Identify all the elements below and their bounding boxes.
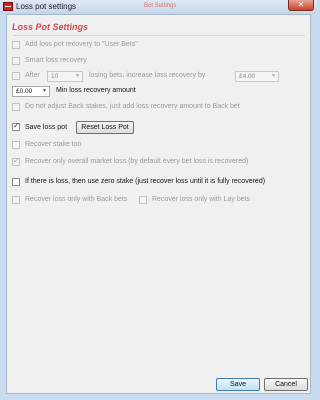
do-not-adjust-checkbox[interactable] [12,103,20,111]
back-bets-only-checkbox[interactable] [12,196,20,204]
back-bets-only-label: Recover loss only with Back bets [25,196,128,203]
recover-overall-label: Recover only overall market loss (by def… [25,158,249,165]
chevron-down-icon: ▼ [271,73,276,79]
zero-stake-label: If there is loss, then use zero stake (j… [25,178,266,185]
add-loss-pot-recovery-label: Add loss pot recovery to "User Bets" [25,41,138,48]
recover-overall-checkbox[interactable] [12,156,20,166]
smart-loss-recovery-label: Smart loss recovery [25,57,87,64]
chevron-down-icon: ▼ [75,73,80,79]
background-window-title: Bot Settings [144,3,177,9]
title-bar: Loss pot settings Bot Settings ✕ [0,0,317,14]
close-icon: ✕ [297,0,305,9]
increase-recovery-label: losing bets, increase loss recovery by [89,72,206,79]
reset-loss-pot-button[interactable]: Reset Loss Pot [76,121,134,134]
min-loss-recovery-label: Min loss recovery amount [56,87,136,94]
zero-stake-checkbox[interactable] [12,178,20,186]
chevron-down-icon: ▼ [42,88,47,94]
increase-amount-value: £4.00 [239,73,256,80]
recover-stake-checkbox[interactable] [12,141,20,149]
section-divider [13,35,305,36]
section-title: Loss Pot Settings [12,22,89,32]
recover-stake-label: Recover stake too [25,141,82,148]
increase-amount-select[interactable]: £4.00 ▼ [235,71,279,82]
do-not-adjust-label: Do not adjust Back stakes, just add loss… [25,103,240,110]
add-loss-pot-recovery-checkbox[interactable] [12,41,20,49]
save-loss-pot-checkbox[interactable] [12,121,20,131]
cancel-button[interactable]: Cancel [264,378,308,391]
close-button[interactable]: ✕ [288,0,314,11]
after-label: After [25,72,40,79]
save-loss-pot-label: Save loss pot [25,124,68,131]
lay-bets-only-checkbox[interactable] [139,196,147,204]
losing-bets-count-select[interactable]: 10 ▼ [47,71,83,82]
settings-panel: Loss Pot Settings Add loss pot recovery … [6,14,311,394]
save-button[interactable]: Save [216,378,260,391]
lay-bets-only-label: Recover loss only with Lay bets [152,196,251,203]
min-loss-recovery-select[interactable]: £0.00 ▼ [12,86,50,97]
smart-loss-recovery-checkbox[interactable] [12,57,20,65]
losing-bets-count-value: 10 [51,73,59,80]
min-loss-recovery-value: £0.00 [16,88,33,95]
window-title: Loss pot settings [16,2,77,11]
after-losing-bets-checkbox[interactable] [12,72,20,80]
app-icon [3,2,13,11]
